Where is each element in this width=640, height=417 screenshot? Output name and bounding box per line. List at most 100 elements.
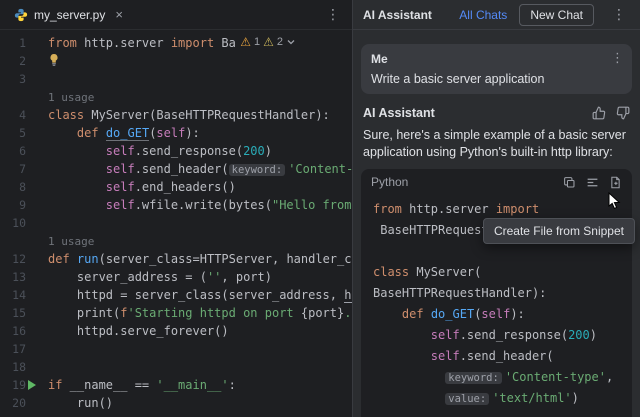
line-number: 2 [0,52,36,70]
line-number: 19 [0,376,36,394]
editor-options-kebab-icon[interactable]: ⋮ [320,6,346,23]
mouse-cursor [608,192,622,210]
line-number: 18 [0,358,36,376]
code-text: 1 usage [36,232,94,250]
code-line: keyword:'Content-type', [373,367,620,388]
code-text: server_address = ('', port) [36,268,272,286]
thumbs-down-icon[interactable] [616,106,630,120]
tab-filename: my_server.py [34,8,105,22]
code-text: value:'text/html') [373,391,579,405]
code-text: if __name__ == '__main__': [36,376,236,394]
line-number: 10 [0,214,36,232]
code-line: from http.server import [373,199,620,220]
code-line: 16 httpd.serve_forever() [0,322,352,340]
code-line: 10 [0,214,352,232]
line-number: 9 [0,196,36,214]
chat-code-block: Python from http.server import BaseHTTPR… [361,169,632,417]
code-text: self.wfile.write(bytes("Hello from Pytho [36,196,352,214]
code-block-header: Python [361,169,632,195]
line-number: 14 [0,286,36,304]
panel-options-kebab-icon[interactable]: ⋮ [606,6,632,23]
code-text: run() [36,394,113,412]
code-line: 17 [0,340,352,358]
code-editor: my_server.py × ⋮ 1from http.server impor… [0,0,352,417]
all-chats-link[interactable]: All Chats [459,8,507,22]
code-text: print(f'Starting httpd on port {port}...… [36,304,352,322]
code-line: 8 self.end_headers() [0,178,352,196]
code-line: 20 run() [0,394,352,412]
editor-tab-bar: my_server.py × ⋮ [0,0,352,30]
code-text: self.send_header( [373,349,554,363]
code-line: 13 server_address = ('', port) [0,268,352,286]
run-gutter-icon[interactable] [28,380,36,390]
line-number: 17 [0,340,36,358]
code-line: self.send_response(200) [373,325,620,346]
tab-my-server-py[interactable]: my_server.py × [6,0,131,29]
code-line: 1 usage [0,88,352,106]
create-file-tooltip: Create File from Snippet [483,218,635,244]
code-language-label: Python [371,175,408,189]
tab-close-icon[interactable]: × [115,7,123,22]
chevron-down-icon[interactable] [286,37,296,47]
python-file-icon [14,8,28,22]
insert-snippet-icon[interactable] [586,176,599,189]
code-line: 18 [0,358,352,376]
ai-assistant-panel: AI Assistant All Chats New Chat ⋮ Me ⋮ W… [352,0,640,417]
weak-warning-count: 2 [277,36,283,48]
weak-warning-icon: ⚠ [263,35,274,49]
assistant-response-author: AI Assistant [363,106,435,120]
line-number: 4 [0,106,36,124]
user-message-author: Me [371,52,622,66]
create-file-icon[interactable] [609,176,622,189]
line-number: 6 [0,142,36,160]
warning-icon: ⚠ [240,35,251,49]
code-text: 1 usage [36,88,94,106]
line-number: 20 [0,394,36,412]
usage-inlay-hint[interactable]: 1 usage [48,235,94,248]
line-number: 7 [0,160,36,178]
code-line [373,241,620,262]
user-message-text: Write a basic server application [371,72,622,86]
line-number [0,232,36,250]
line-number: 8 [0,178,36,196]
code-text: class MyServer(BaseHTTPRequestHandler): [36,106,330,124]
code-line: 1 usage [0,232,352,250]
code-text: class MyServer( [373,265,481,279]
code-text: BaseHTTPRequestHandler): [373,286,546,300]
editor-code-area[interactable]: 1from http.server import BaseHTTPRe231 u… [0,30,352,412]
code-line: 12def run(server_class=HTTPServer, handl… [0,250,352,268]
code-line: 7 self.send_header(keyword:'Content-type… [0,160,352,178]
code-line: 19if __name__ == '__main__': [0,376,352,394]
code-text: self.send_response(200) [373,328,597,342]
usage-inlay-hint[interactable]: 1 usage [48,91,94,104]
thumbs-up-icon[interactable] [592,106,606,120]
code-text: self.send_response(200) [36,142,272,160]
code-text [36,214,48,232]
line-number: 16 [0,322,36,340]
code-text: httpd = server_class(server_address, han… [36,286,352,304]
code-text: from http.server import [373,202,539,216]
ai-panel-header: AI Assistant All Chats New Chat ⋮ [353,0,640,30]
line-number: 12 [0,250,36,268]
code-line: 14 httpd = server_class(server_address, … [0,286,352,304]
copy-icon[interactable] [563,176,576,189]
line-number: 13 [0,268,36,286]
line-number: 1 [0,34,36,52]
code-line: 9 self.wfile.write(bytes("Hello from Pyt… [0,196,352,214]
message-options-kebab-icon[interactable]: ⋮ [611,50,624,66]
warning-count: 1 [254,36,260,48]
new-chat-button[interactable]: New Chat [519,4,594,26]
code-line: 4class MyServer(BaseHTTPRequestHandler): [0,106,352,124]
code-text: def run(server_class=HTTPServer, handler… [36,250,352,268]
code-text: def do_GET(self): [36,124,200,142]
code-text [36,358,48,376]
intention-bulb-icon[interactable] [48,53,62,67]
user-message-card: Me ⋮ Write a basic server application [361,44,632,94]
code-line: self.send_header( [373,346,620,367]
code-text [36,52,62,70]
line-number: 15 [0,304,36,322]
code-line: 15 print(f'Starting httpd on port {port}… [0,304,352,322]
inspections-widget[interactable]: ⚠ 1 ⚠ 2 [236,34,300,50]
code-text [36,70,48,88]
code-text: self.end_headers() [36,178,236,196]
